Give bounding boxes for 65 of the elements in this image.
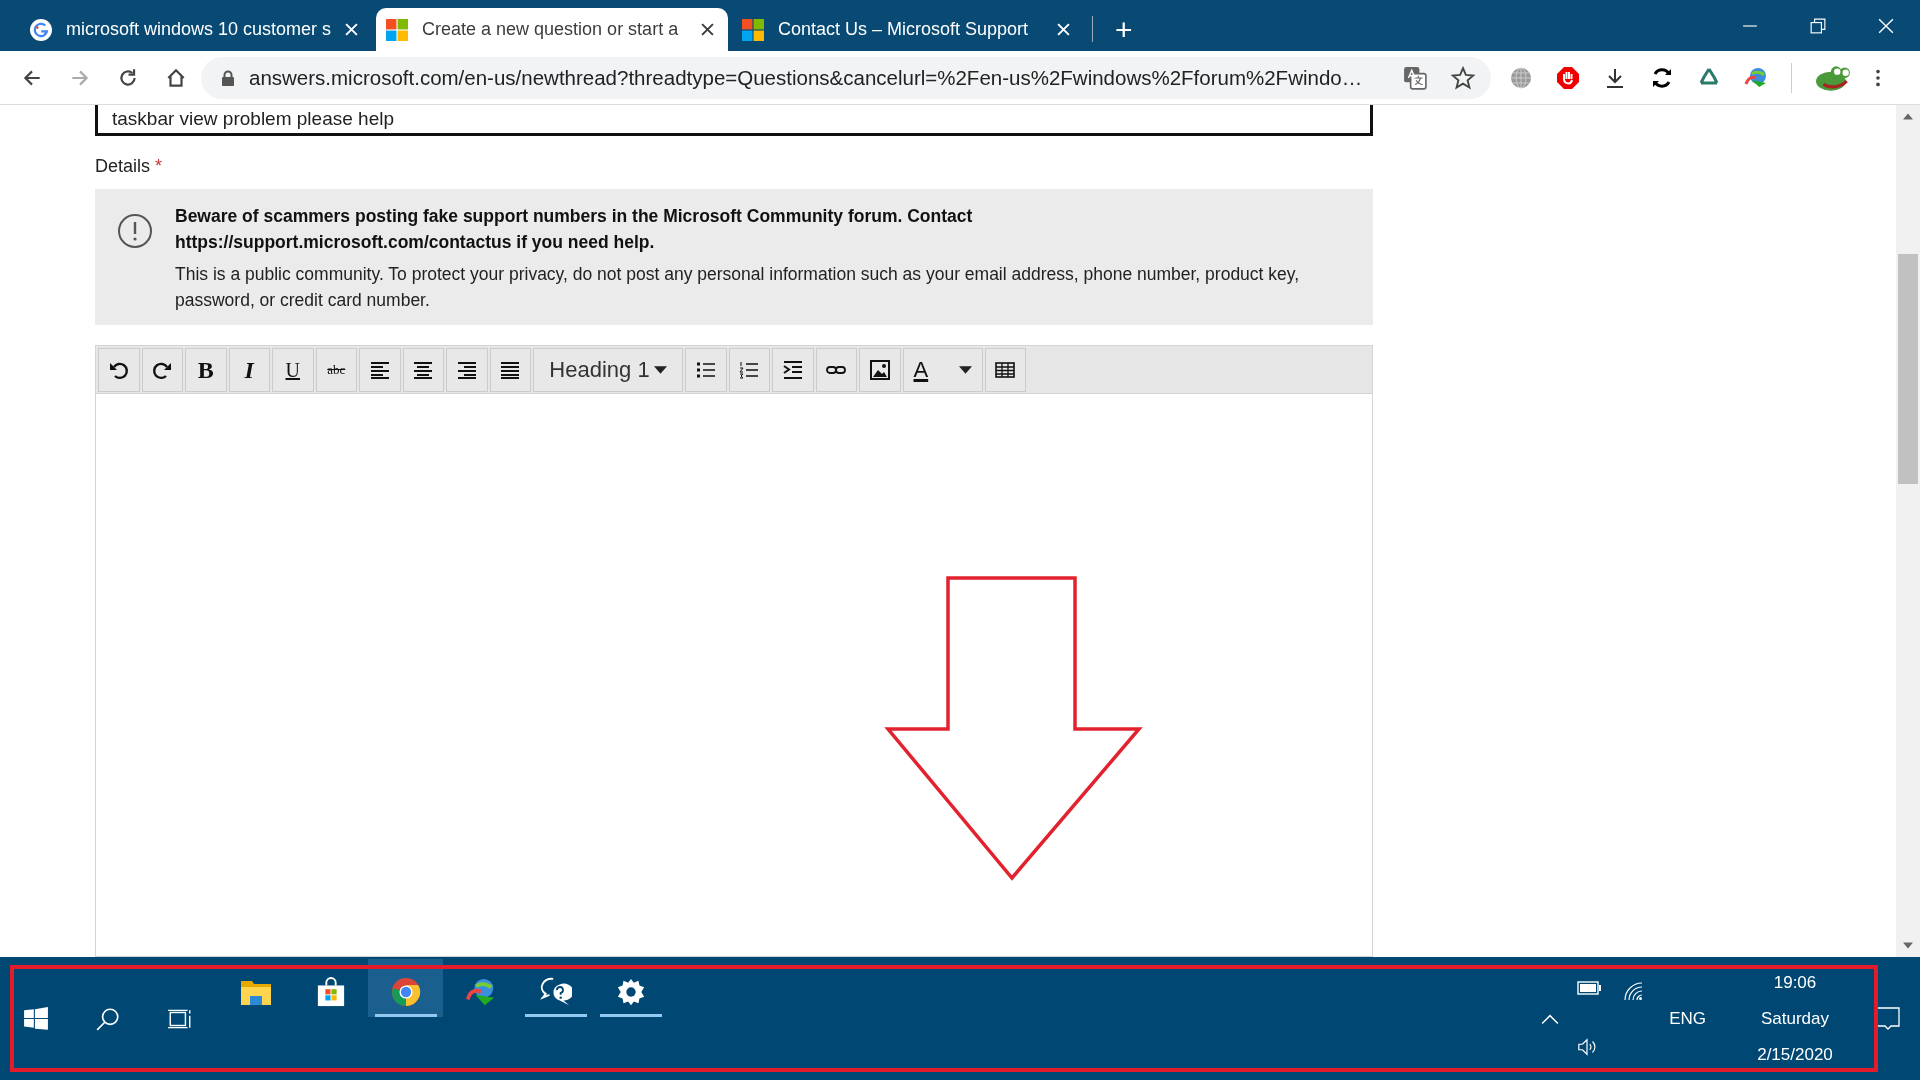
home-icon[interactable] [165, 66, 187, 89]
subject-field[interactable]: taskbar view problem please help [95, 105, 1373, 136]
scrollbar[interactable] [1896, 105, 1920, 957]
indent-icon[interactable] [781, 359, 804, 381]
caret-icon [653, 365, 667, 375]
speaker-icon[interactable] [1577, 1036, 1598, 1057]
exclamation-icon [117, 213, 153, 249]
underline-button[interactable]: U [272, 348, 314, 392]
notifications-icon[interactable] [1876, 1006, 1900, 1031]
required-mark: * [155, 156, 163, 176]
browser-tab[interactable]: Create a new question or start a [376, 8, 728, 51]
windows-logo-icon [23, 1005, 49, 1032]
strikethrough-button[interactable]: abc [315, 348, 357, 392]
image-icon[interactable] [868, 359, 891, 381]
address-bar[interactable]: answers.microsoft.com/en-us/newthread?threadtype=Questions&cancelurl=%2Fen-us%2Fwindows%2Fforum%2Fwindo… [201, 56, 1491, 99]
scam-warning-text: Beware of scammers posting fake support numbers in the Microsoft Community forum. Contact https://support.microsoft.com/contactus if you need help. [175, 205, 974, 254]
editor-area[interactable]: B I U abc Heading 1 A [95, 345, 1373, 957]
new-tab-button[interactable]: + [1103, 8, 1145, 51]
scrollbar-thumb[interactable] [1898, 254, 1918, 484]
align-left-icon[interactable] [368, 359, 391, 381]
browser-tab[interactable]: microsoft windows 10 customer s [20, 8, 372, 51]
battery-icon[interactable] [1577, 980, 1602, 995]
close-icon[interactable] [701, 23, 714, 36]
microsoft-logo-icon [742, 18, 764, 41]
reload-icon[interactable] [117, 66, 139, 89]
tab-title: Contact Us – Microsoft Support [778, 19, 1030, 40]
wifi-icon[interactable] [1623, 980, 1644, 1001]
format-dropdown[interactable]: Heading 1 [533, 348, 683, 392]
align-center-icon[interactable] [412, 359, 435, 381]
url-text: answers.microsoft.com/en-us/newthread?threadtype=Questions&cancelurl=%2Fen-us%2Fwindows%2Fforum%2Fwindo… [249, 65, 1364, 90]
globe-arrow-icon[interactable] [1744, 65, 1768, 90]
language-indicator[interactable]: ENG [1669, 1008, 1706, 1029]
font-color-button[interactable]: A [902, 348, 983, 392]
translate-icon[interactable] [1403, 65, 1427, 90]
italic-button[interactable]: I [228, 348, 270, 392]
day-text: Saturday [1760, 1008, 1829, 1029]
google-logo-icon [30, 18, 52, 41]
caret-icon [958, 365, 972, 375]
scroll-up-icon[interactable] [1903, 113, 1913, 120]
globe-icon[interactable] [1509, 65, 1533, 90]
table-icon[interactable] [994, 359, 1017, 381]
taskbar-app[interactable] [368, 959, 443, 1017]
privacy-notice-text: This is a public community. To protect your privacy, do not post any personal information such as your email address, phone number, product key, password, or credit card number. [175, 263, 1301, 312]
chevron-up-icon[interactable] [1541, 1012, 1560, 1025]
time-text: 19:06 [1773, 972, 1817, 993]
stop-hand-icon[interactable] [1556, 65, 1580, 90]
star-icon[interactable] [1451, 65, 1475, 90]
details-label: Details [95, 156, 151, 176]
browser-tab[interactable]: Contact Us – Microsoft Support [732, 8, 1084, 51]
scroll-down-icon[interactable] [1903, 942, 1913, 949]
numbers-icon[interactable] [738, 359, 761, 381]
bold-button[interactable]: B [185, 348, 227, 392]
justify-icon[interactable] [499, 359, 522, 381]
date-text: 2/15/2020 [1757, 1044, 1833, 1065]
sync-icon[interactable] [1650, 65, 1674, 90]
microsoft-logo-icon [386, 18, 408, 41]
restore-icon[interactable] [1810, 17, 1826, 34]
lock-icon [221, 69, 235, 86]
frog-avatar-icon[interactable] [1815, 63, 1851, 92]
chrome-logo-icon [389, 977, 422, 1007]
align-right-icon[interactable] [455, 359, 478, 381]
clock[interactable]: 19:06 Saturday 2/15/2020 [1740, 972, 1850, 1065]
question-speech-bubbles-icon [539, 977, 572, 1007]
tab-title: microsoft windows 10 customer s [66, 19, 331, 40]
tab-title: Create a new question or start a [422, 19, 680, 40]
